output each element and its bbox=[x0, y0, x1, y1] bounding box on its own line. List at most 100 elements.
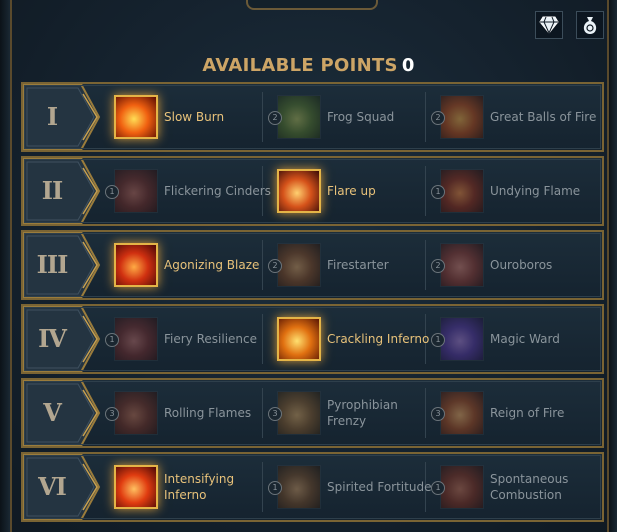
tier-numeral: I bbox=[46, 102, 58, 131]
talent-icon-frame bbox=[277, 317, 321, 361]
combustion-icon bbox=[441, 466, 483, 508]
talent-node[interactable]: 2 Firestarter bbox=[268, 232, 437, 298]
resilience-icon bbox=[115, 318, 157, 360]
point-cost-badge: 3 bbox=[105, 407, 119, 421]
tier-row: II 1 Flickering Cinders Flare up 1 Undying Fl… bbox=[21, 156, 604, 226]
talent-icon-frame bbox=[440, 317, 484, 361]
talent-node[interactable]: 1 Spirited Fortitude bbox=[268, 454, 437, 520]
talent-label: Crackling Inferno bbox=[327, 306, 437, 372]
talent-node[interactable]: 2 Ouroboros bbox=[431, 232, 597, 298]
tier-row: IV 1 Fiery Resilience Crackling Inferno 1 Mag… bbox=[21, 304, 604, 374]
talent-node[interactable]: Intensifying Inferno bbox=[111, 454, 271, 520]
talent-icon-frame bbox=[440, 465, 484, 509]
talent-label: Undying Flame bbox=[490, 158, 600, 224]
talent-label-text: Crackling Inferno bbox=[327, 332, 430, 346]
talent-label-text: Great Balls of Fire bbox=[490, 110, 597, 124]
talent-label: Flickering Cinders bbox=[164, 158, 274, 224]
talent-label: Spirited Fortitude bbox=[327, 454, 437, 520]
talent-label-text: Spirited Fortitude bbox=[327, 480, 432, 494]
talent-label: Firestarter bbox=[327, 232, 437, 298]
pouch-button[interactable] bbox=[576, 11, 604, 39]
rolling-flames-icon bbox=[115, 392, 157, 434]
talent-node[interactable]: 1 Magic Ward bbox=[431, 306, 597, 372]
ouroboros-icon bbox=[441, 244, 483, 286]
talent-node[interactable]: 2 Frog Squad bbox=[268, 84, 434, 150]
tier-numeral: VI bbox=[38, 472, 67, 501]
talent-icon-frame bbox=[440, 169, 484, 213]
talent-label: Flare up bbox=[327, 158, 437, 224]
tier-numeral: III bbox=[36, 250, 69, 279]
talent-label-text: Ouroboros bbox=[490, 258, 553, 272]
talent-label-text: Slow Burn bbox=[164, 110, 225, 124]
point-cost-badge: 1 bbox=[268, 481, 282, 495]
talent-node[interactable]: 1 Undying Flame bbox=[431, 158, 600, 224]
point-cost-badge: 1 bbox=[105, 185, 119, 199]
magic-ward-icon bbox=[441, 318, 483, 360]
inferno-icon bbox=[116, 467, 156, 507]
talent-node[interactable]: 1 Flickering Cinders bbox=[105, 158, 274, 224]
talent-node[interactable]: 3 Rolling Flames bbox=[105, 380, 274, 446]
talent-node[interactable]: Flare up bbox=[274, 158, 434, 224]
frog-icon bbox=[278, 96, 320, 138]
talent-label-text: Undying Flame bbox=[490, 184, 581, 198]
available-points: AVAILABLE POINTS 0 bbox=[0, 55, 617, 76]
talent-icon-frame bbox=[440, 95, 484, 139]
talent-node[interactable]: Crackling Inferno bbox=[274, 306, 434, 372]
reign-of-fire-icon bbox=[441, 392, 483, 434]
tier-numeral: IV bbox=[38, 324, 67, 353]
point-cost-badge: 1 bbox=[431, 481, 445, 495]
talent-icon-frame bbox=[277, 95, 321, 139]
talent-node[interactable]: 1 Spontaneous Combustion bbox=[431, 454, 600, 520]
available-points-value: 0 bbox=[401, 55, 415, 76]
talent-label-text: Agonizing Blaze bbox=[164, 258, 260, 272]
talent-icon-frame bbox=[114, 243, 158, 287]
talent-label-text: Rolling Flames bbox=[164, 406, 252, 420]
talent-label: Fiery Resilience bbox=[164, 306, 274, 372]
talent-label-text: Fiery Resilience bbox=[164, 332, 257, 346]
talent-node[interactable]: Slow Burn bbox=[111, 84, 271, 150]
top-tab-ornament bbox=[246, 0, 378, 10]
talent-icon-frame bbox=[277, 391, 321, 435]
tier-row: V 3 Rolling Flames 3 Pyrophibian Frenzy 3 Reig… bbox=[21, 378, 604, 448]
left-frame bbox=[0, 0, 12, 532]
firestarter-icon bbox=[278, 244, 320, 286]
talent-label-text: Spontaneous Combustion bbox=[490, 472, 569, 502]
talent-label-text: Magic Ward bbox=[490, 332, 560, 346]
talent-label: Slow Burn bbox=[164, 84, 274, 150]
point-cost-badge: 1 bbox=[105, 333, 119, 347]
talent-label: Great Balls of Fire bbox=[490, 84, 600, 150]
talent-node[interactable]: 3 Reign of Fire bbox=[431, 380, 597, 446]
undying-flame-icon bbox=[441, 170, 483, 212]
talent-label-text: Intensifying Inferno bbox=[164, 472, 235, 502]
cinders-icon bbox=[115, 170, 157, 212]
talent-icon-frame bbox=[114, 317, 158, 361]
tier-row: VI Intensifying Inferno 1 Spirited Fortitud… bbox=[21, 452, 604, 522]
talent-icon-frame bbox=[277, 465, 321, 509]
talent-node[interactable]: 3 Pyrophibian Frenzy bbox=[268, 380, 434, 446]
available-points-label: AVAILABLE POINTS bbox=[202, 55, 398, 76]
gem-button[interactable] bbox=[535, 11, 563, 39]
talent-label-text: Reign of Fire bbox=[490, 406, 565, 420]
point-cost-badge: 3 bbox=[431, 407, 445, 421]
talent-icon-frame bbox=[114, 95, 158, 139]
talent-node[interactable]: 2 Great Balls of Fire bbox=[431, 84, 600, 150]
fortitude-icon bbox=[278, 466, 320, 508]
talent-label: Spontaneous Combustion bbox=[490, 454, 600, 520]
talent-label: Rolling Flames bbox=[164, 380, 274, 446]
tier-row: III Agonizing Blaze 2 Firestarter 2 Ouroboros bbox=[21, 230, 604, 300]
talent-icon-frame bbox=[440, 391, 484, 435]
pouch-icon bbox=[583, 17, 597, 34]
tier-badge: III bbox=[23, 232, 101, 298]
tier-numeral: V bbox=[43, 398, 62, 427]
talent-label: Agonizing Blaze bbox=[164, 232, 274, 298]
tier-row: I Slow Burn 2 Frog Squad 2 Great Balls of Fir… bbox=[21, 82, 604, 152]
point-cost-badge: 3 bbox=[268, 407, 282, 421]
tier-badge: II bbox=[23, 158, 101, 224]
gem-icon bbox=[539, 16, 559, 34]
tier-badge: IV bbox=[23, 306, 101, 372]
point-cost-badge: 2 bbox=[431, 111, 445, 125]
point-cost-badge: 1 bbox=[431, 185, 445, 199]
talent-node[interactable]: Agonizing Blaze bbox=[111, 232, 271, 298]
pyrophibian-icon bbox=[278, 392, 320, 434]
talent-node[interactable]: 1 Fiery Resilience bbox=[105, 306, 274, 372]
